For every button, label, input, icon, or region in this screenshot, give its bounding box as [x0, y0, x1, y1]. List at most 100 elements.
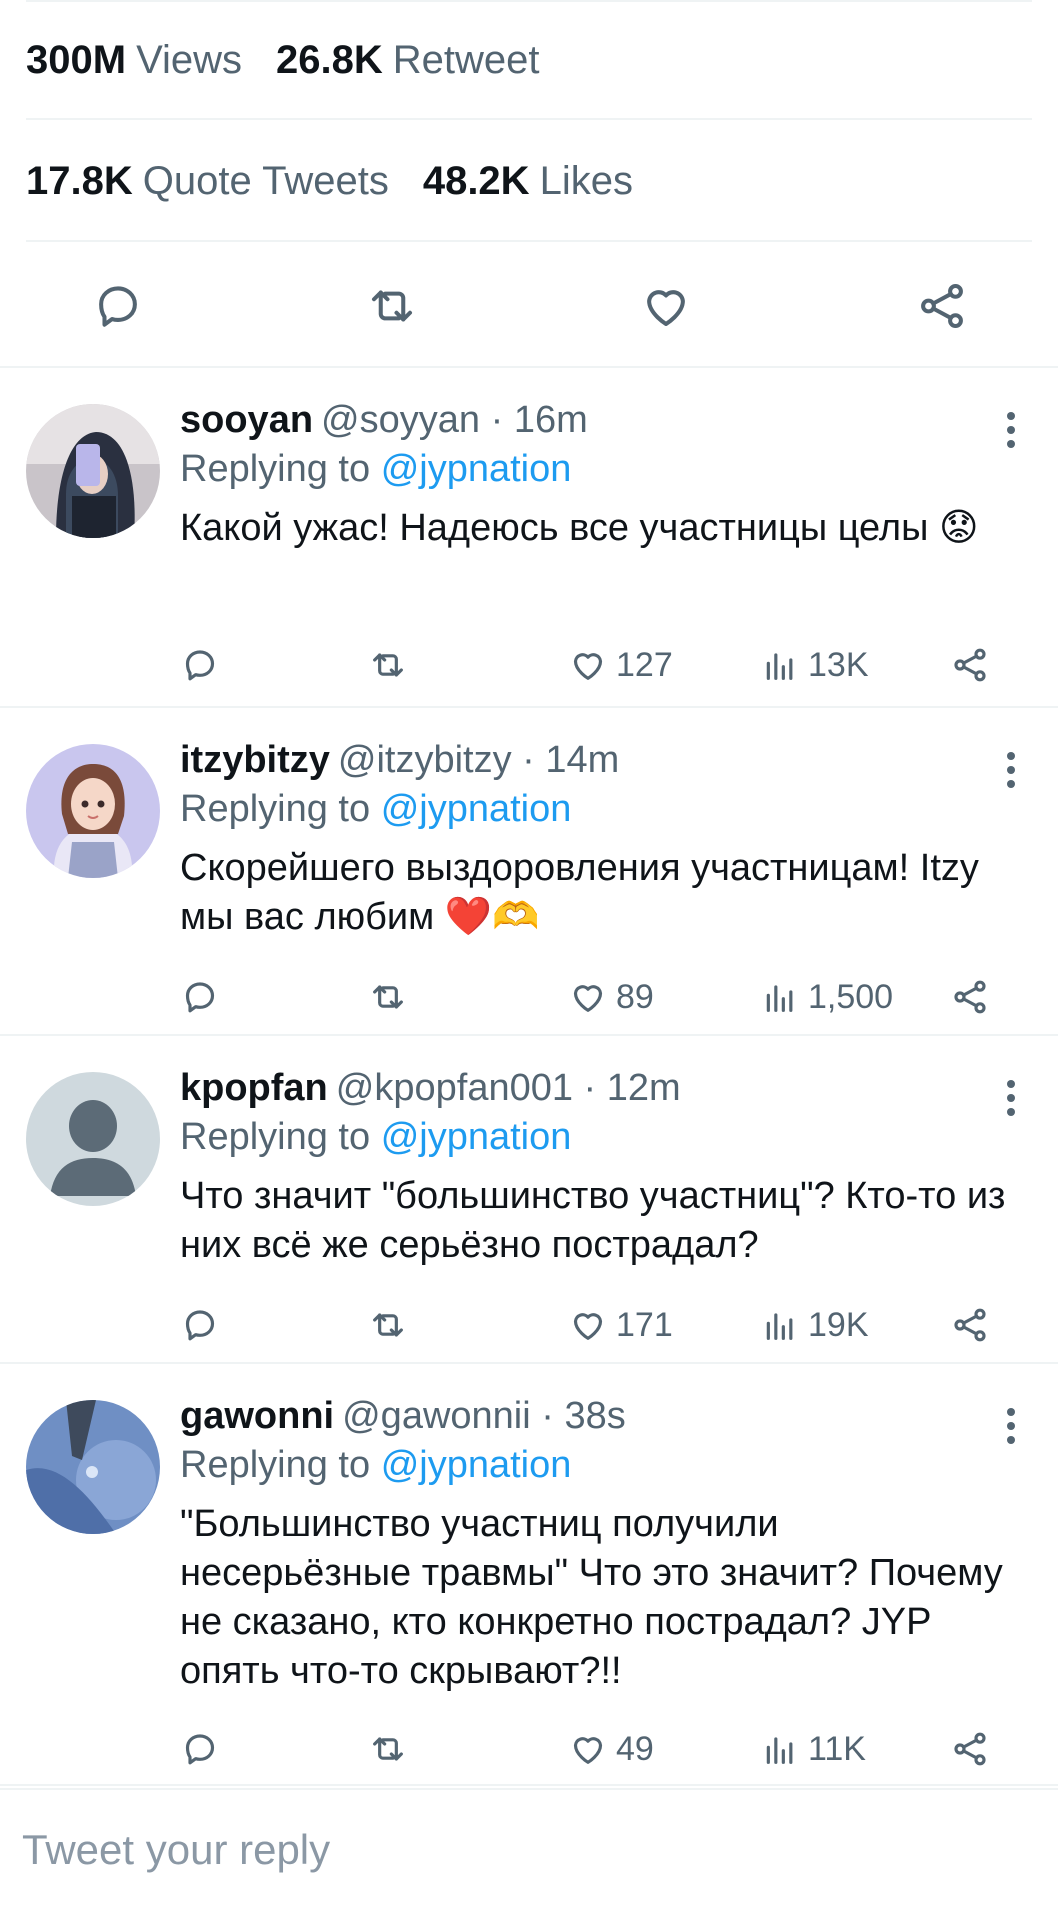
more-options-icon[interactable] [1004, 1408, 1018, 1448]
like-count: 89 [616, 977, 654, 1016]
user-handle: @itzybitzy · 14m [337, 739, 620, 781]
avatar[interactable] [26, 744, 160, 878]
share-icon [954, 1732, 986, 1766]
reply-action-bar: 49 11K [180, 1724, 1058, 1774]
reply-button[interactable] [86, 274, 150, 338]
like-count: 171 [616, 1305, 673, 1344]
display-name[interactable]: gawonni [180, 1395, 334, 1437]
share-icon [921, 283, 963, 329]
retweet-button[interactable] [368, 972, 408, 1022]
retweet-button[interactable] [360, 274, 424, 338]
like-button[interactable]: 89 [568, 972, 654, 1022]
tweet-text: Что значит "большинство участниц"? Кто-т… [180, 1175, 1006, 1266]
view-count: 13K [808, 645, 869, 684]
retweet-icon [373, 1737, 403, 1761]
mention-link[interactable]: @jypnation [381, 788, 572, 830]
analytics-icon [766, 985, 793, 1012]
tweet-text: "Большинство участниц получили несерьёзн… [180, 1503, 1003, 1692]
reply-button[interactable] [180, 1300, 220, 1350]
avatar[interactable] [26, 1400, 160, 1534]
heart-icon [647, 290, 685, 327]
retweet-button[interactable] [368, 1300, 408, 1350]
display-name[interactable]: itzybitzy [180, 739, 330, 781]
user-handle: @soyyan · 16m [321, 399, 588, 441]
views-button[interactable]: 1,500 [760, 972, 893, 1022]
retweet-icon [373, 1313, 403, 1337]
reply-button[interactable] [180, 1724, 220, 1774]
quotes-label[interactable]: Quote Tweets [143, 159, 389, 204]
mention-link[interactable]: @jypnation [381, 1116, 572, 1158]
heart-icon [573, 1737, 603, 1764]
like-button[interactable]: 127 [568, 640, 673, 690]
share-button[interactable] [910, 274, 974, 338]
mention-link[interactable]: @jypnation [381, 448, 572, 490]
analytics-icon [766, 1313, 793, 1340]
views-button[interactable]: 11K [760, 1724, 866, 1774]
replying-label: Replying to [180, 788, 371, 830]
likes-label[interactable]: Likes [540, 159, 633, 204]
retweet-icon [371, 290, 413, 322]
stats-row-engagement: 17.8K Quote Tweets 48.2K Likes [26, 122, 1032, 242]
reply-icon [185, 982, 215, 1013]
like-count: 127 [616, 645, 673, 684]
likes-count[interactable]: 48.2K [423, 159, 530, 204]
heart-icon [573, 653, 603, 680]
replying-label: Replying to [180, 1116, 371, 1158]
more-options-icon[interactable] [1004, 412, 1018, 452]
replying-to-line: Replying to @jypnation [180, 444, 1008, 494]
tweet-header: gawonni @gawonnii · 38s [180, 1392, 1008, 1440]
tweet-text: Какой ужас! Надеюсь все участницы целы 😟 [180, 507, 979, 549]
timestamp: 14m [545, 739, 620, 781]
reply-tweet[interactable]: itzybitzy @itzybitzy · 14m Replying to @j… [0, 710, 1058, 1036]
user-photo [26, 1400, 160, 1534]
more-options-icon[interactable] [1004, 752, 1018, 792]
like-button[interactable]: 171 [568, 1300, 673, 1350]
reply-icon [99, 286, 137, 327]
retweets-label[interactable]: Retweet [393, 38, 540, 83]
share-icon [954, 648, 986, 682]
view-count: 11K [808, 1729, 866, 1768]
like-button[interactable] [634, 274, 698, 338]
view-count: 19K [808, 1305, 869, 1344]
share-button[interactable] [950, 972, 990, 1022]
views-label: Views [136, 37, 243, 82]
share-button[interactable] [950, 1300, 990, 1350]
views-button[interactable]: 13K [760, 640, 869, 690]
reply-action-bar: 171 19K [180, 1300, 1058, 1350]
like-button[interactable]: 49 [568, 1724, 654, 1774]
retweets-count[interactable]: 26.8K [276, 38, 383, 83]
reply-tweet[interactable]: sooyan @soyyan · 16m Replying to @jypnati… [0, 370, 1058, 708]
retweet-button[interactable] [368, 640, 408, 690]
retweet-button[interactable] [368, 1724, 408, 1774]
analytics-icon [766, 653, 793, 680]
reply-input[interactable] [22, 1814, 922, 1886]
retweet-icon [373, 653, 403, 677]
more-options-icon[interactable] [1004, 1080, 1018, 1120]
mention-link[interactable]: @jypnation [381, 1444, 572, 1486]
user-photo [26, 404, 160, 538]
display-name[interactable]: sooyan [180, 399, 313, 441]
reply-button[interactable] [180, 640, 220, 690]
analytics-icon [766, 1737, 793, 1764]
share-icon [954, 1308, 986, 1342]
views-button[interactable]: 19K [760, 1300, 869, 1350]
reply-button[interactable] [180, 972, 220, 1022]
tweet-header: itzybitzy @itzybitzy · 14m [180, 736, 1008, 784]
tweet-header: kpopfan @kpopfan001 · 12m [180, 1064, 1008, 1112]
quotes-count[interactable]: 17.8K [26, 159, 133, 204]
reply-tweet[interactable]: kpopfan @kpopfan001 · 12m Replying to @jy… [0, 1038, 1058, 1364]
share-button[interactable] [950, 1724, 990, 1774]
timestamp: 12m [606, 1067, 681, 1109]
display-name[interactable]: kpopfan [180, 1067, 328, 1109]
tweet-action-bar [0, 244, 1058, 368]
timestamp: 38s [564, 1395, 626, 1437]
stats-row-views: 300M Views 26.8K Retweet [26, 0, 1032, 120]
views-count: 300M [26, 37, 127, 82]
avatar[interactable] [26, 1072, 160, 1206]
replying-to-line: Replying to @jypnation [180, 1112, 1008, 1162]
reply-tweet[interactable]: gawonni @gawonnii · 38s Replying to @jypn… [0, 1366, 1058, 1786]
replying-to-line: Replying to @jypnation [180, 1440, 1008, 1490]
avatar[interactable] [26, 404, 160, 538]
share-button[interactable] [950, 640, 990, 690]
reply-action-bar: 89 1,500 [180, 972, 1058, 1022]
